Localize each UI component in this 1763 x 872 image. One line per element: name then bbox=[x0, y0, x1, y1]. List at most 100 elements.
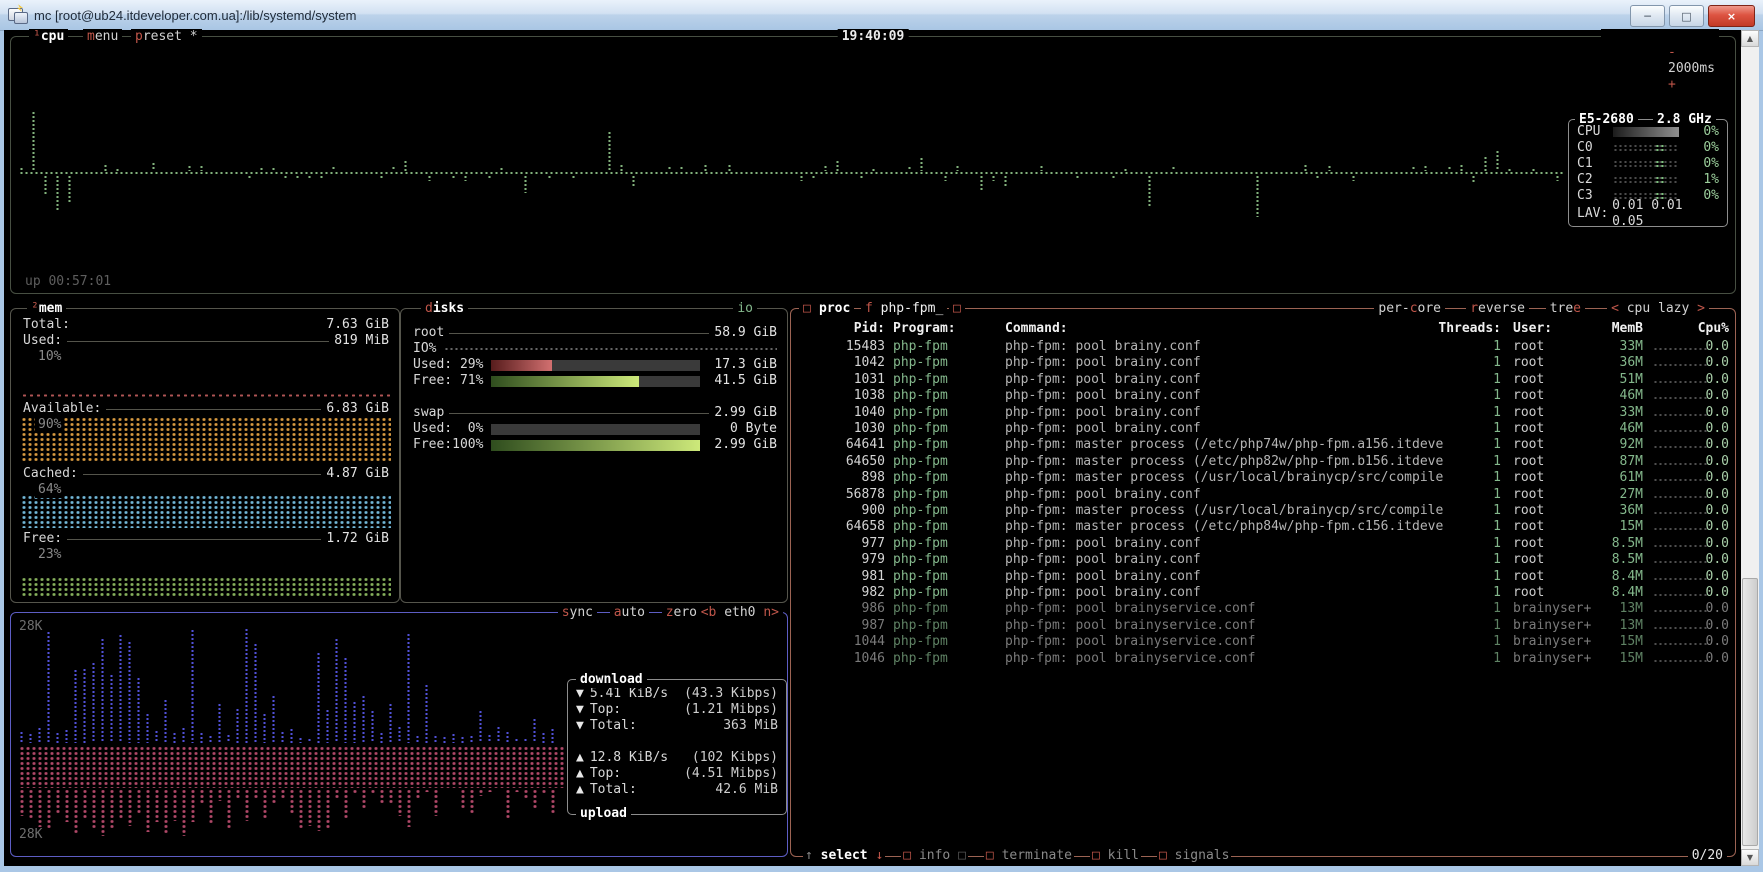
column-header-user[interactable]: User: bbox=[1513, 321, 1552, 337]
process-panel: □ proc f php-fpm_ □ per-core reverse tre… bbox=[790, 308, 1736, 857]
process-row[interactable]: 982php-fpmphp-fpm: pool brainy.conf1root… bbox=[801, 585, 1725, 601]
uptime-label: up 00:57:01 bbox=[25, 274, 111, 290]
terminate-action[interactable]: □ terminate bbox=[984, 848, 1074, 864]
column-header-pid[interactable]: Pid: bbox=[801, 321, 885, 337]
disk-used-bar bbox=[491, 360, 700, 371]
disk-name-row: swap2.99 GiB bbox=[413, 405, 777, 421]
disks-panel: disks io root58.9 GiBIO%Used: 29%17.3 Gi… bbox=[400, 308, 788, 603]
column-header-cpu[interactable]: Cpu% bbox=[1685, 321, 1729, 337]
download-graph bbox=[19, 627, 559, 743]
process-row[interactable]: 977php-fpmphp-fpm: pool brainy.conf1root… bbox=[801, 536, 1725, 552]
signals-action[interactable]: □ signals bbox=[1157, 848, 1231, 864]
column-header-mem[interactable]: MemB bbox=[1587, 321, 1643, 337]
process-position-indicator: 0/20 bbox=[1688, 848, 1727, 864]
process-row[interactable]: 64658php-fpmphp-fpm: master process (/et… bbox=[801, 519, 1725, 535]
upload-arrow-icon: ▲ bbox=[576, 766, 584, 782]
disk-free-row: Free: 71%41.5 GiB bbox=[413, 373, 777, 389]
sort-column-switcher[interactable]: < cpu lazy > bbox=[1607, 301, 1709, 317]
process-row[interactable]: 1044php-fpmphp-fpm: pool brainyservice.c… bbox=[801, 634, 1725, 650]
process-row[interactable]: 1042php-fpmphp-fpm: pool brainy.conf1roo… bbox=[801, 355, 1725, 371]
network-panel: sync auto zero <b eth0 n> 28K 28K downlo… bbox=[10, 612, 788, 857]
per-core-toggle[interactable]: per-core bbox=[1374, 301, 1445, 317]
mem-percent-label: 23% bbox=[35, 547, 64, 563]
process-row[interactable]: 898php-fpmphp-fpm: master process (/usr/… bbox=[801, 470, 1725, 486]
info-action[interactable]: □ info □ bbox=[901, 848, 968, 864]
process-actions-bar: ↑ select ↓ □ info □ □ terminate □ kill □ sig… bbox=[803, 848, 1231, 864]
process-row[interactable]: 1046php-fpmphp-fpm: pool brainyservice.c… bbox=[801, 651, 1725, 667]
scrollbar[interactable]: ▲ ▼ bbox=[1741, 30, 1759, 866]
mem-percent-label: 64% bbox=[35, 482, 64, 498]
sync-toggle[interactable]: sync bbox=[558, 605, 597, 621]
kill-action[interactable]: □ kill bbox=[1090, 848, 1141, 864]
disk-used-bar bbox=[491, 424, 700, 435]
column-header-program[interactable]: Program: bbox=[893, 321, 956, 337]
disk-used-row: Used: 0%0 Byte bbox=[413, 421, 777, 437]
mem-percent-label: 90% bbox=[35, 417, 64, 433]
process-row[interactable]: 986php-fpmphp-fpm: pool brainyservice.co… bbox=[801, 601, 1725, 617]
reverse-toggle[interactable]: reverse bbox=[1466, 301, 1529, 317]
app-window: mc [root@ub24.itdeveloper.com.ua]:/lib/s… bbox=[0, 0, 1763, 872]
mem-row: Used:819 MiB bbox=[23, 333, 389, 349]
preset-button[interactable]: preset * bbox=[131, 29, 202, 45]
process-row[interactable]: 64641php-fpmphp-fpm: master process (/et… bbox=[801, 437, 1725, 453]
window-title: mc [root@ub24.itdeveloper.com.ua]:/lib/s… bbox=[34, 8, 356, 23]
column-header-threads[interactable]: Threads: bbox=[1421, 321, 1501, 337]
disk-free-bar bbox=[491, 376, 700, 387]
close-button[interactable]: × bbox=[1708, 5, 1755, 27]
tab-cpu[interactable]: ¹cpu bbox=[29, 29, 68, 45]
process-row[interactable]: 900php-fpmphp-fpm: master process (/usr/… bbox=[801, 503, 1725, 519]
process-row[interactable]: 979php-fpmphp-fpm: pool brainy.conf1root… bbox=[801, 552, 1725, 568]
disk-free-bar bbox=[491, 440, 700, 451]
mem-row: Free:1.72 GiB bbox=[23, 531, 389, 547]
upload-graph bbox=[19, 789, 565, 843]
maximize-button[interactable]: □ bbox=[1669, 5, 1704, 27]
terminal-screen: ¹cpu menu preset * 19:40:09 - 2000ms + E… bbox=[4, 30, 1741, 866]
download-title: download bbox=[576, 672, 647, 688]
process-row[interactable]: 987php-fpmphp-fpm: pool brainyservice.co… bbox=[801, 618, 1725, 634]
cpu-core-row: C10% bbox=[1577, 156, 1719, 172]
upload-stat-row: ▲Top:(4.51 Mibps) bbox=[568, 766, 786, 782]
disk-io-row: IO% bbox=[413, 341, 777, 357]
tree-toggle[interactable]: tree bbox=[1546, 301, 1585, 317]
upload-arrow-icon: ▲ bbox=[576, 750, 584, 766]
process-row[interactable]: 1031php-fpmphp-fpm: pool brainy.conf1roo… bbox=[801, 372, 1725, 388]
download-arrow-icon: ▼ bbox=[576, 718, 584, 734]
tab-proc[interactable]: proc bbox=[815, 301, 854, 317]
interval-decrease-button[interactable]: - bbox=[1668, 45, 1676, 60]
upload-stat-row: ▲12.8 KiB/s(102 Kibps) bbox=[568, 750, 786, 766]
process-row[interactable]: 64650php-fpmphp-fpm: master process (/et… bbox=[801, 454, 1725, 470]
interface-switcher[interactable]: <b eth0 n> bbox=[697, 605, 783, 621]
cpu-meter-bar bbox=[1613, 127, 1679, 137]
scroll-up-button[interactable]: ▲ bbox=[1741, 30, 1759, 47]
process-row[interactable]: 1040php-fpmphp-fpm: pool brainy.conf1roo… bbox=[801, 405, 1725, 421]
interval-increase-button[interactable]: + bbox=[1668, 77, 1676, 92]
mem-percent-label: 10% bbox=[35, 349, 64, 365]
core-meter-dots bbox=[1613, 176, 1679, 185]
upload-title: upload bbox=[576, 806, 631, 822]
tab-mem[interactable]: ²mem bbox=[27, 301, 66, 317]
mem-free-graph bbox=[21, 577, 391, 598]
process-row[interactable]: 1030php-fpmphp-fpm: pool brainy.conf1roo… bbox=[801, 421, 1725, 437]
core-meter-dots bbox=[1613, 160, 1679, 169]
process-filter-input[interactable]: f php-fpm_ bbox=[861, 301, 947, 317]
auto-toggle[interactable]: auto bbox=[610, 605, 649, 621]
process-row[interactable]: 1038php-fpmphp-fpm: pool brainy.conf1roo… bbox=[801, 388, 1725, 404]
interval-value: 2000ms bbox=[1668, 61, 1715, 76]
process-row[interactable]: 15483php-fpmphp-fpm: pool brainy.conf1ro… bbox=[801, 339, 1725, 355]
disk-name-row: root58.9 GiB bbox=[413, 325, 777, 341]
menu-button[interactable]: menu bbox=[83, 29, 122, 45]
column-header-command[interactable]: Command: bbox=[1005, 321, 1068, 337]
disk-free-row: Free:100%2.99 GiB bbox=[413, 437, 777, 453]
upload-graph-band bbox=[19, 746, 565, 788]
zero-toggle[interactable]: zero bbox=[662, 605, 701, 621]
select-action[interactable]: ↑ select ↓ bbox=[803, 848, 885, 864]
upload-stat-row: ▲Total:42.6 MiB bbox=[568, 782, 786, 798]
process-row[interactable]: 56878php-fpmphp-fpm: pool brainy.conf1ro… bbox=[801, 487, 1725, 503]
minimize-button[interactable]: ─ bbox=[1630, 5, 1665, 27]
scrollbar-thumb[interactable] bbox=[1742, 578, 1758, 846]
mem-row: Available:6.83 GiB bbox=[23, 401, 389, 417]
io-toggle[interactable]: io bbox=[733, 301, 757, 317]
scroll-down-button[interactable]: ▼ bbox=[1741, 849, 1759, 866]
process-row[interactable]: 981php-fpmphp-fpm: pool brainy.conf1root… bbox=[801, 569, 1725, 585]
disk-used-row: Used: 29%17.3 GiB bbox=[413, 357, 777, 373]
